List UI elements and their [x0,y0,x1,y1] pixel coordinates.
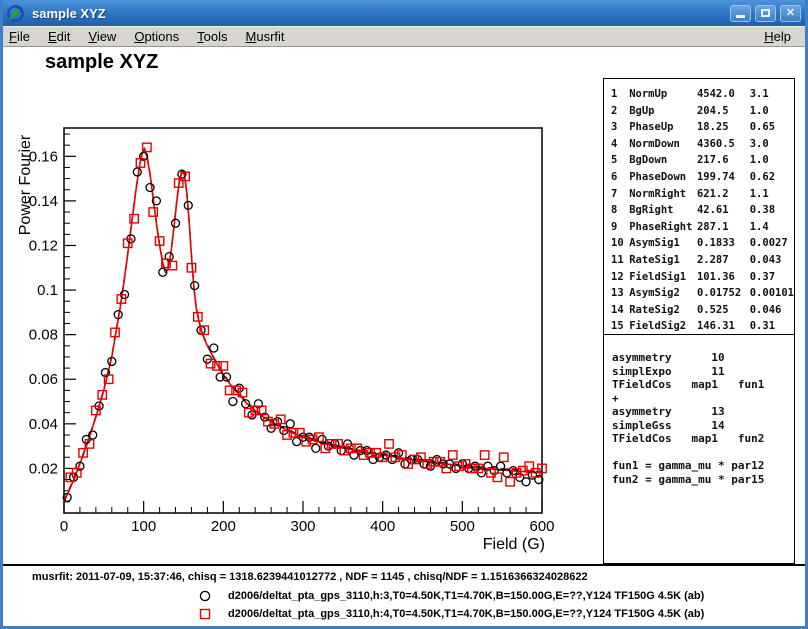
y-tick-label: 0.12 [29,237,58,254]
x-tick-label: 600 [529,518,554,535]
menu-file[interactable]: File [0,28,39,45]
maximize-icon [761,9,770,17]
parameter-table: 1NormUp4542.03.12BgUp204.51.03PhaseUp18.… [611,88,794,337]
legend-entry-h3: d2006/deltat_pta_gps_3110,h:3,T0=4.50K,T… [3,588,805,604]
data-point-circle [522,478,530,486]
legend-label: d2006/deltat_pta_gps_3110,h:4,T0=4.50K,T… [228,608,704,620]
menu-bar: File Edit View Options Tools Musrfit Hel… [0,26,808,47]
x-tick-label: 300 [290,518,315,535]
y-axis-label: Power Fourier [17,134,34,235]
parameter-row: 13AsymSig20.017520.00101 [611,287,794,304]
legend-entry-h4: d2006/deltat_pta_gps_3110,h:4,T0=4.50K,T… [3,606,805,622]
y-tick-label: 0.02 [29,460,58,477]
parameter-row: 6PhaseDown199.740.62 [611,171,794,188]
y-tick-label: 0.1 [37,282,58,299]
parameter-row: 2BgUp204.51.0 [611,105,794,122]
circle-marker-icon [198,589,212,603]
data-point-square [480,451,488,459]
y-tick-label: 0.06 [29,371,58,388]
legend-label: d2006/deltat_pta_gps_3110,h:3,T0=4.50K,T… [228,590,704,602]
data-point-circle [312,444,320,452]
minimize-icon [736,15,745,18]
parameter-row: 11RateSig12.2870.043 [611,254,794,271]
parameter-row: 14RateSig20.5250.046 [611,304,794,321]
parameter-row: 5BgDown217.61.0 [611,154,794,171]
runinfo-pad: musrfit: 2011-07-09, 15:37:46, chisq = 1… [3,566,805,626]
x-tick-label: 500 [450,518,475,535]
x-tick-label: 0 [60,518,68,535]
data-point-square [500,453,508,461]
square-marker-icon [198,607,212,621]
parameter-row: 4NormDown4360.53.0 [611,138,794,155]
menu-options[interactable]: Options [125,28,188,45]
data-point-square [149,208,157,216]
data-point-circle [133,168,141,176]
root-canvas[interactable]: sample XYZ 01002003004005006000.020.040.… [3,47,805,626]
data-point-circle [286,420,294,428]
window-title: sample XYZ [32,6,106,21]
parameter-row: 12FieldSig1101.360.37 [611,271,794,288]
menu-edit[interactable]: Edit [39,28,79,45]
menu-tools[interactable]: Tools [188,28,236,45]
data-point-circle [172,219,180,227]
x-tick-label: 200 [211,518,236,535]
close-icon: ✕ [786,7,795,19]
plot-frame [64,128,542,513]
data-point-circle [146,184,154,192]
theory-box: asymmetry 10simplExpo 11TFieldCos map1 f… [603,335,795,564]
app-window: sample XYZ ✕ File Edit View Options Tool… [0,0,808,629]
theory-lines: asymmetry 10simplExpo 11TFieldCos map1 f… [612,351,794,486]
menu-help[interactable]: Help [755,28,800,45]
fit-curve-solid [64,150,542,502]
y-tick-label: 0.04 [29,416,58,433]
parameter-table-body: 1NormUp4542.03.12BgUp204.51.03PhaseUp18.… [611,88,794,337]
maximize-button[interactable] [755,5,776,22]
close-button[interactable]: ✕ [780,5,801,22]
data-point-circle [229,398,237,406]
title-bar[interactable]: sample XYZ ✕ [0,0,808,26]
parameter-row: 9PhaseRight287.11.4 [611,221,794,238]
data-point-circle [210,344,218,352]
x-axis-label: Field (G) [483,536,545,553]
menu-musrfit[interactable]: Musrfit [237,28,294,45]
data-point-square [506,478,514,486]
y-tick-label: 0.08 [29,327,58,344]
fit-statistics: musrfit: 2011-07-09, 15:37:46, chisq = 1… [32,571,588,583]
parameter-row: 7NormRight621.21.1 [611,188,794,205]
parameter-box: 1NormUp4542.03.12BgUp204.51.03PhaseUp18.… [603,78,795,335]
x-tick-label: 400 [370,518,395,535]
app-icon [7,5,24,22]
parameter-row: 1NormUp4542.03.1 [611,88,794,105]
menu-view[interactable]: View [79,28,125,45]
minimize-button[interactable] [730,5,751,22]
data-point-square [449,451,457,459]
data-point-square [385,440,393,448]
parameter-row: 10AsymSig10.18330.0027 [611,237,794,254]
x-tick-label: 100 [131,518,156,535]
parameter-row: 3PhaseUp18.250.65 [611,121,794,138]
parameter-row: 8BgRight42.610.38 [611,204,794,221]
fit-curve-dashed [64,149,542,501]
